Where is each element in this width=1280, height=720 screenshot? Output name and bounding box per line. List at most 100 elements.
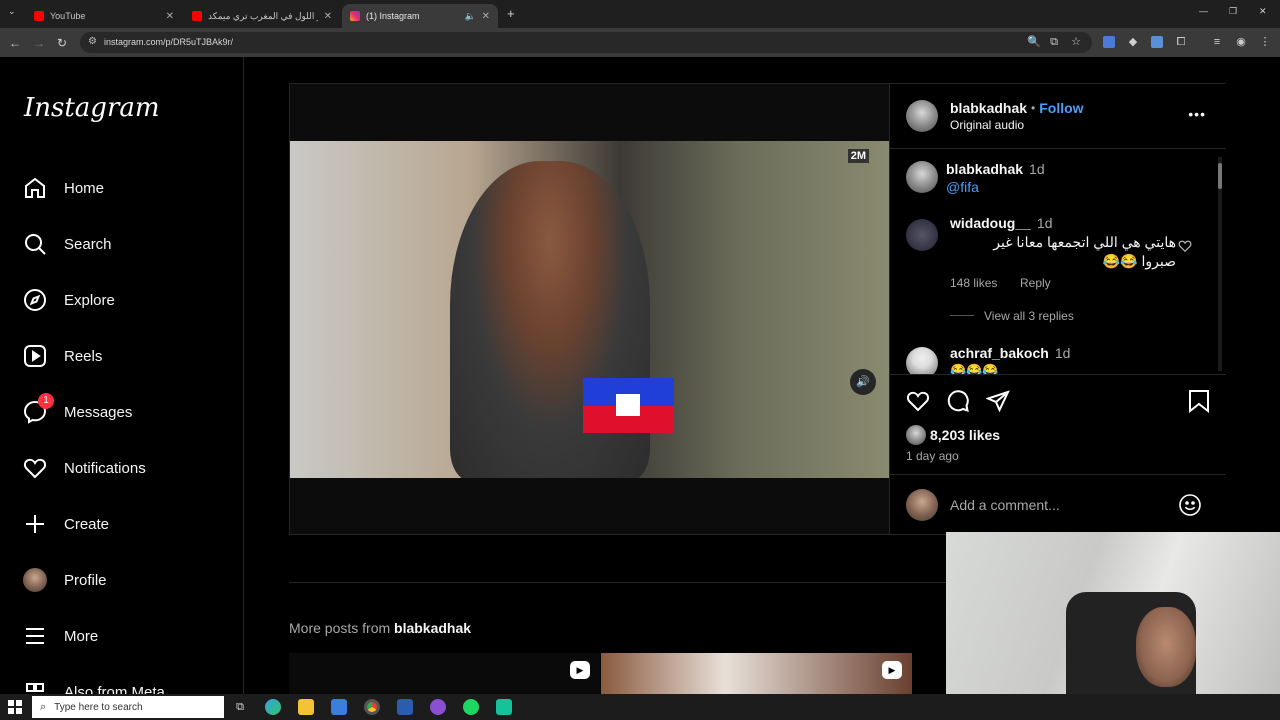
commenter-avatar[interactable] — [906, 161, 938, 193]
url-text[interactable]: instagram.com/p/DR5uTJBAk9r/ — [104, 37, 233, 47]
comments-list[interactable]: blabkadhak 1d @fifa widadoug__ 1d هايتي … — [890, 148, 1226, 374]
kebab-menu-icon[interactable]: ⋮ — [1259, 36, 1271, 48]
mention-link[interactable]: @fifa — [946, 179, 979, 195]
caption-comment: blabkadhak 1d @fifa — [890, 157, 1210, 197]
more-options-icon[interactable]: ••• — [1188, 106, 1206, 122]
comment-username[interactable]: achraf_bakoch — [950, 345, 1049, 361]
store-icon[interactable] — [331, 699, 347, 715]
browser-tab-bar: ⌄ YouTube ✕ نهار اللول في المغرب تري ميم… — [0, 0, 1280, 28]
close-tab-icon[interactable]: ✕ — [324, 11, 332, 22]
messenger-icon: 1 — [22, 393, 54, 425]
close-window-icon[interactable]: ✕ — [1259, 6, 1267, 17]
tab-youtube-video[interactable]: نهار اللول في المغرب تري ميمكد ✕ — [184, 4, 340, 28]
more-posts-prefix: More posts from — [289, 620, 391, 636]
view-replies-button[interactable]: View all 3 replies — [984, 309, 1074, 323]
sidebar-item-home[interactable]: Home — [22, 173, 104, 203]
comment-likes[interactable]: 148 likes — [950, 276, 997, 290]
tab-instagram[interactable]: (1) Instagram 🔈 ✕ — [342, 4, 498, 28]
post-thumbnail[interactable]: ▶ — [289, 653, 600, 694]
volume-icon[interactable]: 🔊 — [850, 369, 876, 395]
post-timestamp[interactable]: 1 day ago — [906, 449, 959, 463]
comments-scrollbar[interactable] — [1218, 157, 1222, 371]
audio-label[interactable]: Original audio — [950, 118, 1024, 132]
like-heart-icon[interactable] — [906, 389, 930, 418]
share-icon[interactable] — [985, 389, 1010, 418]
scrollbar-thumb[interactable] — [1218, 163, 1222, 189]
comment-time[interactable]: 1d — [1029, 161, 1045, 177]
comment-username[interactable]: blabkadhak — [946, 161, 1023, 177]
chrome-icon[interactable] — [364, 699, 380, 715]
sidebar-item-create[interactable]: Create — [22, 509, 109, 539]
comment-username[interactable]: widadoug__ — [950, 215, 1031, 231]
plus-icon — [22, 511, 48, 537]
taskbar: ⌕ Type here to search ⧉ — [0, 694, 1280, 720]
reply-button[interactable]: Reply — [1020, 276, 1051, 290]
sidebar-item-label: Explore — [64, 291, 115, 309]
taskbar-search[interactable]: ⌕ Type here to search — [32, 696, 224, 718]
like-comment-heart-icon[interactable] — [1178, 239, 1192, 258]
extensions-puzzle-icon[interactable]: ⧠ — [1175, 36, 1187, 48]
sidebar-item-search[interactable]: Search — [22, 229, 112, 259]
forward-icon[interactable]: → — [33, 36, 45, 50]
install-app-icon[interactable]: ⧉ — [1048, 36, 1060, 48]
sidebar-item-profile[interactable]: Profile — [22, 565, 107, 595]
translate-extension-icon[interactable] — [1103, 36, 1115, 48]
close-tab-icon[interactable]: ✕ — [166, 11, 174, 22]
comment-time[interactable]: 1d — [1037, 215, 1053, 231]
zoom-icon[interactable]: 🔍 — [1027, 36, 1041, 48]
comment-item: widadoug__ 1d هايتي هي اللي اتجمعها معان… — [890, 215, 1210, 335]
site-info-icon[interactable]: ⚙ — [88, 36, 97, 47]
comment-text: 😂😂😂 — [950, 363, 999, 374]
add-comment-row: Add a comment... — [890, 474, 1226, 534]
liker-avatar[interactable] — [906, 425, 926, 445]
sidebar-item-more[interactable]: More — [22, 621, 98, 651]
instagram-logo[interactable]: Instagram — [24, 93, 160, 123]
more-posts-username[interactable]: blabkadhak — [394, 620, 471, 636]
reel-video[interactable]: 2M 🔊 — [290, 141, 889, 478]
close-tab-icon[interactable]: ✕ — [482, 11, 490, 22]
sidebar-item-notifications[interactable]: Notifications — [22, 453, 146, 483]
tab-title: نهار اللول في المغرب تري ميمكد — [208, 10, 318, 21]
author-avatar[interactable] — [906, 100, 938, 132]
home-icon — [22, 175, 48, 201]
separator-dot: • — [1031, 101, 1036, 115]
reload-icon[interactable]: ↻ — [57, 36, 67, 50]
emoji-icon[interactable] — [1178, 493, 1202, 522]
author-username[interactable]: blabkadhak — [950, 100, 1027, 116]
tab-list-chevron-icon[interactable]: ⌄ — [8, 6, 16, 17]
restore-icon[interactable]: ❐ — [1229, 6, 1237, 17]
extension-icon[interactable] — [1151, 36, 1163, 48]
commenter-avatar[interactable] — [906, 219, 938, 251]
follow-button[interactable]: Follow — [1039, 100, 1083, 116]
instagram-icon — [350, 11, 360, 21]
edge-icon[interactable] — [265, 699, 281, 715]
spotify-icon[interactable] — [463, 699, 479, 715]
back-icon[interactable]: ← — [9, 36, 21, 50]
post-thumbnail[interactable]: ▶ — [601, 653, 912, 694]
new-tab-button[interactable]: + — [507, 6, 515, 21]
reading-list-icon[interactable]: ≡ — [1211, 36, 1223, 48]
app-icon[interactable] — [430, 699, 446, 715]
add-comment-input[interactable]: Add a comment... — [950, 497, 1060, 513]
likes-count[interactable]: 8,203 likes — [930, 427, 1000, 443]
save-bookmark-icon[interactable] — [1188, 389, 1210, 418]
windows-start-icon[interactable] — [8, 700, 22, 714]
commenter-avatar[interactable] — [906, 347, 938, 374]
task-view-icon[interactable]: ⧉ — [232, 699, 248, 715]
comment-icon[interactable] — [946, 389, 970, 418]
sidebar-item-reels[interactable]: Reels — [22, 341, 102, 371]
sidebar-item-messages[interactable]: 1 Messages — [22, 393, 132, 427]
tab-youtube[interactable]: YouTube ✕ — [26, 4, 182, 28]
address-bar[interactable]: ⚙ instagram.com/p/DR5uTJBAk9r/ — [80, 32, 1092, 53]
sidebar-item-label: Home — [64, 179, 105, 197]
file-explorer-icon[interactable] — [298, 699, 314, 715]
minimize-icon[interactable]: — — [1199, 6, 1208, 16]
app-icon[interactable] — [496, 699, 512, 715]
speaker-icon[interactable]: 🔈 — [465, 11, 476, 22]
comment-time[interactable]: 1d — [1055, 345, 1071, 361]
extension-icon[interactable]: ◆ — [1127, 36, 1139, 48]
profile-icon[interactable]: ◉ — [1235, 36, 1247, 48]
mail-icon[interactable] — [397, 699, 413, 715]
bookmark-star-icon[interactable]: ☆ — [1070, 36, 1082, 48]
sidebar-item-explore[interactable]: Explore — [22, 285, 115, 315]
